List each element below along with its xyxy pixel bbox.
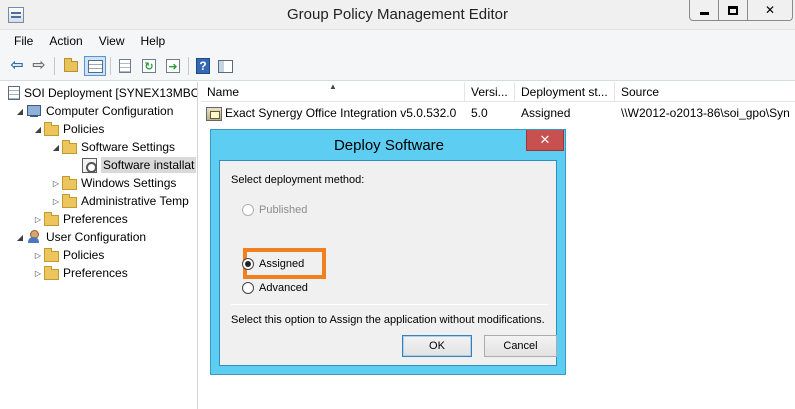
- cell-source: \\W2012-o2013-86\soi_gpo\Syn: [621, 106, 790, 120]
- radio-advanced[interactable]: Advanced: [242, 280, 308, 296]
- help-button[interactable]: ?: [194, 57, 212, 75]
- dialog-separator: [231, 304, 548, 305]
- tree-item-user-preferences[interactable]: ▷ Preferences: [32, 264, 128, 282]
- cell-version: 5.0: [471, 106, 488, 120]
- tree-item-preferences[interactable]: ▷ Preferences: [32, 210, 128, 228]
- column-header-version[interactable]: Versi...: [465, 82, 515, 102]
- show-action-pane-button[interactable]: [216, 57, 234, 75]
- forward-arrow-icon: ⇨: [32, 57, 46, 74]
- toolbar: ⇦ ⇨ ↻ ➜ ?: [0, 51, 795, 81]
- folder-icon: [44, 211, 59, 226]
- collapsed-arrow-icon[interactable]: ▷: [32, 215, 44, 224]
- maximize-button[interactable]: [718, 0, 748, 21]
- tree-item-user-configuration[interactable]: ◢ User Configuration: [14, 228, 146, 246]
- dialog-title: Deploy Software: [333, 137, 445, 154]
- column-header-deployment-state[interactable]: Deployment st...: [515, 82, 615, 102]
- console-tree: SOI Deployment [SYNEX13MBO ◢ Computer Co…: [0, 82, 198, 409]
- toolbar-separator: [188, 57, 189, 75]
- radio-assigned[interactable]: Assigned: [242, 256, 304, 272]
- show-action-pane-icon: [217, 59, 233, 73]
- deploy-software-dialog: Deploy Software ✕ Select deployment meth…: [210, 129, 566, 375]
- collapsed-arrow-icon[interactable]: ▷: [50, 179, 62, 188]
- expanded-arrow-icon[interactable]: ◢: [14, 233, 26, 242]
- radio-button-icon: [242, 204, 254, 216]
- tree-item-administrative-templates[interactable]: ▷ Administrative Temp: [50, 192, 189, 210]
- radio-published[interactable]: Published: [242, 202, 307, 218]
- expanded-arrow-icon[interactable]: ◢: [14, 107, 26, 116]
- menu-file[interactable]: File: [6, 34, 41, 48]
- folder-icon: [44, 247, 59, 262]
- dialog-close-button[interactable]: ✕: [526, 130, 564, 151]
- back-arrow-icon: ⇦: [10, 57, 24, 74]
- deployment-method-prompt: Select deployment method:: [231, 174, 365, 186]
- folder-icon: [44, 121, 59, 136]
- properties-icon: [119, 59, 131, 73]
- package-icon: [206, 106, 222, 121]
- toolbar-separator: [54, 57, 55, 75]
- close-icon: ✕: [539, 132, 551, 147]
- cancel-button[interactable]: Cancel: [484, 335, 557, 357]
- folder-icon: [62, 193, 77, 208]
- option-description: Select this option to Assign the applica…: [231, 314, 545, 326]
- cell-name: Exact Synergy Office Integration v5.0.53…: [201, 103, 465, 123]
- radio-button-icon: [242, 282, 254, 294]
- tree-item-software-installation[interactable]: Software installat: [82, 156, 197, 174]
- folder-icon: [62, 139, 77, 154]
- collapsed-arrow-icon[interactable]: ▷: [32, 269, 44, 278]
- tree-item-policies[interactable]: ◢ Policies: [32, 120, 104, 138]
- menu-help[interactable]: Help: [133, 34, 174, 48]
- dialog-body: Select deployment method: Published Assi…: [219, 160, 557, 366]
- collapsed-arrow-icon[interactable]: ▷: [50, 197, 62, 206]
- show-hide-tree-button[interactable]: [84, 56, 106, 76]
- folder-icon: [62, 175, 77, 190]
- tree-item-user-policies[interactable]: ▷ Policies: [32, 246, 104, 264]
- close-icon: ✕: [764, 3, 776, 17]
- up-folder-icon: [64, 57, 78, 72]
- user-icon: [26, 230, 42, 244]
- folder-icon: [44, 265, 59, 280]
- software-installation-icon: [82, 157, 97, 173]
- minimize-icon: [699, 11, 709, 15]
- expanded-arrow-icon[interactable]: ◢: [32, 125, 44, 134]
- forward-button[interactable]: ⇨: [30, 57, 48, 75]
- export-list-icon: ➜: [166, 59, 180, 73]
- ok-button[interactable]: OK: [402, 335, 472, 357]
- radio-button-selected-icon: [242, 258, 254, 270]
- column-header-source[interactable]: Source: [615, 82, 795, 102]
- list-header: Name ▲ Versi... Deployment st... Source: [201, 82, 795, 102]
- gpo-document-icon: [8, 86, 20, 100]
- close-button[interactable]: ✕: [747, 0, 793, 21]
- title-bar: Group Policy Management Editor ✕: [0, 0, 795, 30]
- minimize-button[interactable]: [689, 0, 719, 21]
- collapsed-arrow-icon[interactable]: ▷: [32, 251, 44, 260]
- tree-item-computer-configuration[interactable]: ◢ Computer Configuration: [14, 102, 173, 120]
- table-row[interactable]: Exact Synergy Office Integration v5.0.53…: [201, 103, 795, 123]
- computer-icon: [26, 104, 42, 118]
- sort-ascending-icon: ▲: [329, 82, 337, 91]
- maximize-icon: [728, 5, 738, 15]
- properties-button[interactable]: [116, 57, 134, 75]
- tree-item-root[interactable]: SOI Deployment [SYNEX13MBO: [8, 84, 197, 102]
- refresh-icon: ↻: [142, 59, 156, 73]
- expanded-arrow-icon[interactable]: ◢: [50, 143, 62, 152]
- menu-view[interactable]: View: [91, 34, 133, 48]
- cell-deployment-state: Assigned: [521, 106, 571, 120]
- show-hide-tree-icon: [87, 59, 103, 73]
- help-icon: ?: [196, 58, 210, 74]
- refresh-button[interactable]: ↻: [140, 57, 158, 75]
- menu-action[interactable]: Action: [41, 34, 90, 48]
- tree-item-windows-settings[interactable]: ▷ Windows Settings: [50, 174, 176, 192]
- tree-item-software-settings[interactable]: ◢ Software Settings: [50, 138, 175, 156]
- toolbar-separator: [110, 57, 111, 75]
- menu-bar: File Action View Help: [0, 30, 795, 51]
- export-list-button[interactable]: ➜: [164, 57, 182, 75]
- back-button[interactable]: ⇦: [8, 57, 26, 75]
- window-title: Group Policy Management Editor: [287, 6, 508, 23]
- up-button[interactable]: [62, 57, 80, 75]
